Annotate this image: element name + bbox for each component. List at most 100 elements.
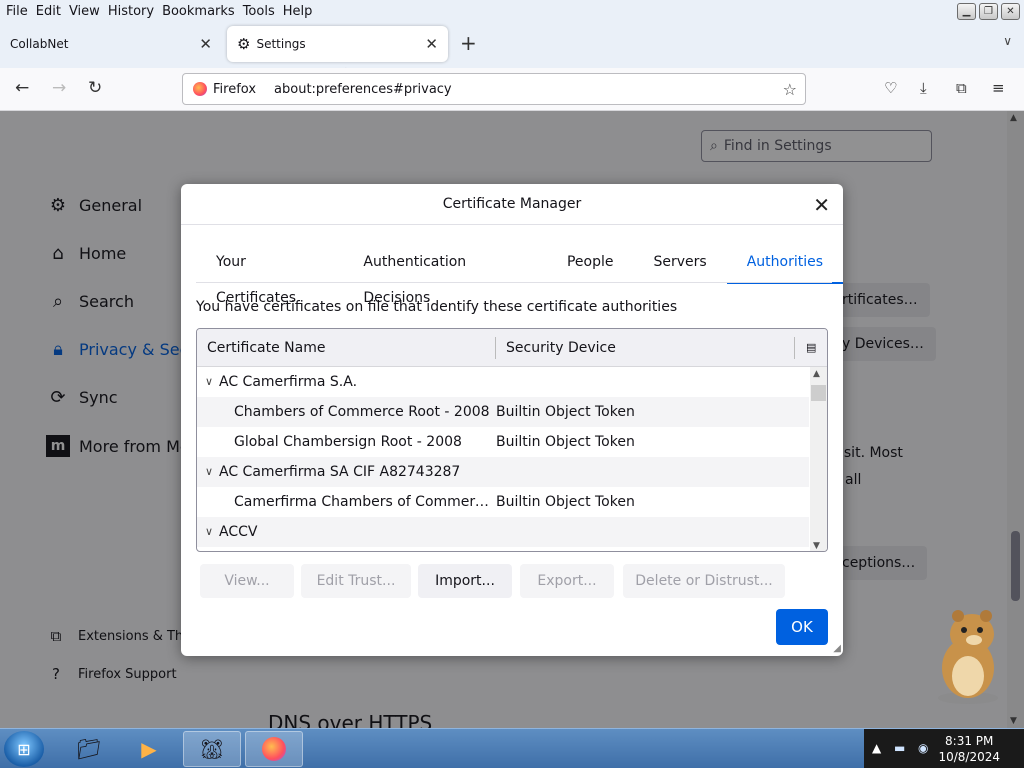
network-icon[interactable]: ▬	[894, 741, 905, 755]
url-bar[interactable]: Firefox about:preferences#privacy ☆	[182, 73, 806, 105]
bookmark-star-icon[interactable]: ☆	[783, 80, 797, 99]
tab-your-certificates[interactable]: Your Certificates	[196, 244, 343, 306]
view-button[interactable]: View...	[200, 564, 294, 598]
certificate-name: Global Chambersign Root - 2008	[234, 434, 462, 450]
forward-icon[interactable]: →	[52, 78, 66, 98]
clock[interactable]: 8:31 PM 10/8/2024	[938, 733, 1000, 765]
button-label: Import...	[435, 573, 495, 589]
nav-bar: ← → ↻ Firefox about:preferences#privacy …	[0, 68, 1024, 111]
tab-settings[interactable]: ⚙ Settings ✕	[227, 26, 448, 62]
explorer-taskbar-icon[interactable]: 📁︎	[60, 731, 118, 767]
tab-collabnet[interactable]: CollabNet ✕	[0, 26, 222, 62]
button-label: View...	[224, 573, 270, 589]
close-icon[interactable]: ✕	[813, 193, 830, 217]
tree-header: Certificate Name Security Device ▤	[197, 329, 827, 367]
pocket-icon[interactable]: ♡	[884, 79, 897, 97]
tab-servers[interactable]: Servers	[633, 244, 726, 284]
security-device: Builtin Object Token	[496, 404, 635, 420]
certificate-name: Camerfirma Chambers of Commerce ...	[234, 494, 492, 510]
close-tab-icon[interactable]: ✕	[199, 35, 212, 53]
firefox-taskbar-icon[interactable]	[245, 731, 303, 767]
identity-box[interactable]: Firefox	[183, 74, 266, 104]
certificate-row[interactable]: Chambers of Commerce Root - 2008 Builtin…	[197, 397, 809, 427]
menu-edit[interactable]: Edit	[32, 4, 65, 19]
group-name: ACCV	[219, 524, 258, 540]
dialog-description: You have certificates on file that ident…	[196, 299, 678, 315]
close-window-icon[interactable]: ✕	[1001, 3, 1020, 20]
certificate-tree[interactable]: Certificate Name Security Device ▤ ∨ AC …	[196, 328, 828, 552]
new-tab-icon[interactable]: +	[460, 31, 477, 55]
url-text[interactable]: about:preferences#privacy	[274, 82, 452, 97]
chevron-down-icon[interactable]: ∨	[1003, 34, 1012, 48]
button-label: Export...	[537, 573, 597, 589]
restore-icon[interactable]: ❐	[979, 3, 998, 20]
export-button[interactable]: Export...	[520, 564, 614, 598]
certificate-name: Chambers of Commerce Root - 2008	[234, 404, 490, 420]
certificate-row[interactable]: Camerfirma Chambers of Commerce ... Buil…	[197, 487, 809, 517]
chevron-down-icon[interactable]: ∨	[205, 367, 213, 397]
tab-authorities[interactable]: Authorities	[726, 244, 843, 284]
scroll-thumb[interactable]	[811, 385, 826, 401]
hamburger-menu-icon[interactable]: ≡	[992, 79, 1005, 97]
back-icon[interactable]: ←	[15, 78, 29, 98]
hamster-mascot-image	[938, 610, 998, 704]
tab-label: Settings	[256, 37, 306, 51]
column-certificate-name[interactable]: Certificate Name	[207, 329, 325, 367]
download-icon[interactable]: ⤓	[920, 79, 927, 97]
chevron-down-icon[interactable]: ∨	[205, 517, 213, 547]
volume-icon[interactable]: ◉	[918, 741, 928, 755]
app-box-taskbar-icon[interactable]: 🐹︎	[183, 731, 241, 767]
tree-rows: ∨ AC Camerfirma S.A. Chambers of Commerc…	[197, 367, 809, 547]
resize-grip-icon[interactable]: ◢	[833, 643, 841, 654]
column-security-device[interactable]: Security Device	[506, 329, 616, 367]
button-label: Delete or Distrust...	[635, 573, 773, 589]
reload-icon[interactable]: ↻	[88, 78, 102, 98]
menu-help[interactable]: Help	[279, 4, 317, 19]
certificate-manager-dialog: Certificate Manager ✕ Your Certificates …	[181, 184, 843, 656]
firefox-logo-icon	[262, 737, 286, 761]
tree-scrollbar[interactable]: ▲ ▼	[810, 367, 827, 551]
tree-group-row[interactable]: ∨ ACCV	[197, 517, 809, 547]
gear-icon: ⚙	[237, 35, 251, 53]
edit-trust-button[interactable]: Edit Trust...	[301, 564, 411, 598]
firefox-logo-icon	[193, 82, 207, 96]
clock-date: 10/8/2024	[938, 750, 1000, 764]
security-device: Builtin Object Token	[496, 434, 635, 450]
scroll-down-icon[interactable]: ▼	[813, 541, 820, 551]
tree-group-row[interactable]: ∨ AC Camerfirma S.A.	[197, 367, 809, 397]
certificate-row[interactable]: Global Chambersign Root - 2008 Builtin O…	[197, 427, 809, 457]
media-player-taskbar-icon[interactable]: ▶	[120, 731, 178, 767]
tab-strip: CollabNet ✕ ⚙ Settings ✕ + ∨	[0, 22, 1024, 68]
tab-authentication-decisions[interactable]: Authentication Decisions	[343, 244, 547, 306]
column-separator	[495, 337, 496, 359]
menu-tools[interactable]: Tools	[239, 4, 279, 19]
menubar: File Edit View History Bookmarks Tools H…	[0, 0, 1024, 22]
tab-people[interactable]: People	[547, 244, 634, 284]
minimize-icon[interactable]: ▁	[957, 3, 976, 20]
tree-group-row[interactable]: ∨ AC Camerfirma SA CIF A82743287	[197, 457, 809, 487]
import-button[interactable]: Import...	[418, 564, 512, 598]
tab-divider	[196, 282, 832, 283]
menu-file[interactable]: File	[2, 4, 32, 19]
chevron-up-icon[interactable]: ▲	[872, 741, 881, 755]
tab-label: CollabNet	[10, 37, 69, 51]
delete-or-distrust-button[interactable]: Delete or Distrust...	[623, 564, 785, 598]
group-name: AC Camerfirma SA CIF A82743287	[219, 464, 461, 480]
scroll-up-icon[interactable]: ▲	[813, 369, 820, 379]
window-controls: ▁ ❐ ✕	[957, 3, 1020, 20]
ok-button[interactable]: OK	[776, 609, 828, 645]
column-picker-icon[interactable]: ▤	[806, 329, 816, 367]
dialog-tabs: Your Certificates Authentication Decisio…	[196, 244, 843, 306]
menu-bookmarks[interactable]: Bookmarks	[158, 4, 239, 19]
dialog-title: Certificate Manager	[181, 184, 843, 225]
menu-history[interactable]: History	[104, 4, 158, 19]
column-separator	[794, 337, 795, 359]
chevron-down-icon[interactable]: ∨	[205, 457, 213, 487]
start-button[interactable]: ⊞	[4, 731, 44, 767]
extensions-icon[interactable]: ⧉	[956, 79, 967, 97]
close-tab-icon[interactable]: ✕	[425, 35, 438, 53]
taskbar: ⊞ 📁︎ ▶ 🐹︎ ▲ ▬ ◉ 8:31 PM 10/8/2024	[0, 728, 1024, 768]
menu-view[interactable]: View	[65, 4, 104, 19]
clock-time: 8:31 PM	[945, 734, 994, 748]
group-name: AC Camerfirma S.A.	[219, 374, 358, 390]
